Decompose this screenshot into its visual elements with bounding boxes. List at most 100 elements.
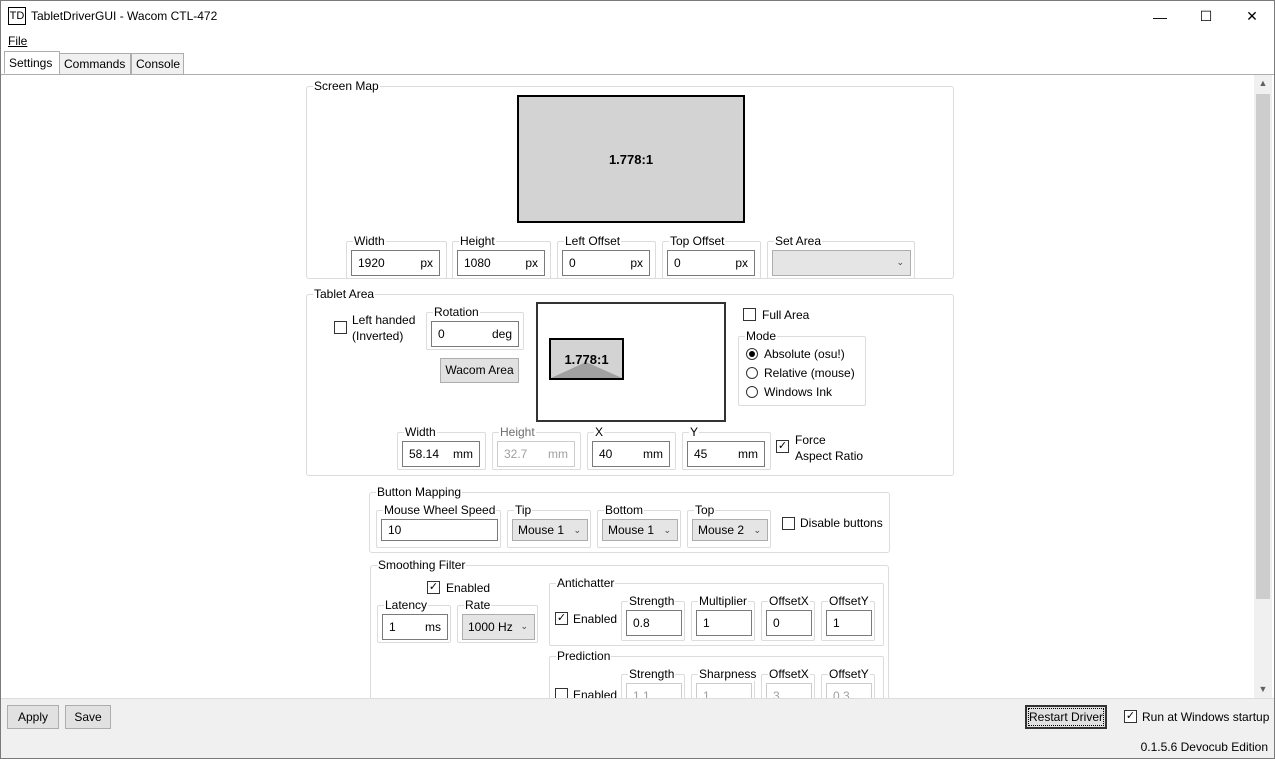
chevron-down-icon: ⌄ (753, 525, 761, 535)
left-offset-input[interactable]: 0 px (562, 250, 650, 276)
top-offset-unit: px (735, 256, 748, 270)
wacom-area-button[interactable]: Wacom Area (440, 358, 519, 383)
top-dropdown[interactable]: Mouse 2 ⌄ (692, 519, 768, 541)
mode-relative-radio[interactable] (746, 367, 758, 379)
bottom-label: Bottom (604, 503, 645, 517)
screen-width-input[interactable]: 1920 px (351, 250, 440, 276)
left-offset-value: 0 (569, 256, 576, 270)
tip-dropdown[interactable]: Mouse 1 ⌄ (512, 519, 588, 541)
screen-height-value: 1080 (464, 256, 491, 270)
rotation-unit: deg (491, 327, 512, 341)
screen-height-field: Height 1080 px (452, 234, 551, 279)
apply-button[interactable]: Apply (7, 705, 59, 729)
maximize-icon[interactable]: ☐ (1183, 1, 1229, 32)
save-button[interactable]: Save (65, 705, 111, 729)
antichatter-offsety-input[interactable]: 1 (826, 610, 872, 636)
screen-height-input[interactable]: 1080 px (457, 250, 545, 276)
scroll-down-icon[interactable]: ▼ (1254, 681, 1272, 698)
tablet-height-value: 32.7 (504, 447, 528, 461)
left-offset-field: Left Offset 0 px (557, 234, 656, 279)
aspect-ratio-label: Aspect Ratio (795, 449, 864, 463)
full-area-label: Full Area (762, 308, 810, 322)
disable-buttons-checkbox[interactable] (782, 517, 795, 530)
left-handed-label: Left handed (352, 313, 416, 327)
prediction-strength-input[interactable]: 1.1 (626, 683, 682, 698)
screen-width-value: 1920 (358, 256, 385, 270)
tablet-x-input[interactable]: 40 mm (592, 441, 670, 467)
bottom-dropdown[interactable]: Mouse 1 ⌄ (602, 519, 678, 541)
mode-group: Mode Absolute (osu!) Relative (mouse) Wi… (738, 329, 866, 406)
tablet-width-input[interactable]: 58.14 mm (402, 441, 480, 467)
mode-windows-ink-radio[interactable] (746, 386, 758, 398)
screen-height-unit: px (525, 256, 538, 270)
antichatter-strength-input[interactable]: 0.8 (626, 610, 682, 636)
button-mapping-title: Button Mapping (376, 485, 463, 499)
tablet-height-input[interactable]: 32.7 mm (497, 441, 575, 467)
screen-map-preview[interactable]: 1.778:1 (517, 95, 745, 223)
menu-file[interactable]: File (8, 34, 27, 48)
latency-label: Latency (384, 598, 429, 612)
scroll-thumb[interactable] (1256, 94, 1270, 599)
prediction-enabled-checkbox[interactable] (555, 688, 568, 698)
prediction-strength-label: Strength (628, 667, 676, 681)
full-area-checkbox[interactable] (743, 308, 756, 321)
prediction-sharpness-label: Sharpness (698, 667, 758, 681)
tab-settings[interactable]: Settings (4, 51, 60, 74)
run-at-startup-checkbox[interactable]: ✓ (1124, 710, 1137, 723)
version-label: 0.1.5.6 Devocub Edition (1140, 740, 1268, 754)
force-aspect-checkbox[interactable]: ✓ (776, 440, 789, 453)
antichatter-offsety-label: OffsetY (828, 594, 870, 608)
tab-commands[interactable]: Commands (59, 53, 131, 75)
tab-console[interactable]: Console (131, 53, 184, 75)
top-field: Top Mouse 2 ⌄ (687, 503, 771, 548)
inverted-label: (Inverted) (352, 329, 404, 343)
button-mapping-group: Button Mapping Mouse Wheel Speed 10 Tip … (369, 485, 890, 553)
tablet-y-input[interactable]: 45 mm (687, 441, 765, 467)
left-handed-checkbox[interactable] (334, 321, 347, 334)
tablet-area-rect[interactable]: 1.778:1 (549, 338, 624, 380)
wheel-speed-input[interactable]: 10 (381, 519, 498, 541)
minimize-icon[interactable]: — (1137, 1, 1183, 32)
top-offset-field: Top Offset 0 px (662, 234, 761, 279)
antichatter-multiplier-label: Multiplier (698, 594, 749, 608)
latency-input[interactable]: 1 ms (382, 614, 448, 640)
antichatter-multiplier-field: Multiplier 1 (691, 594, 755, 641)
restart-driver-button[interactable]: Restart Driver (1025, 705, 1107, 729)
mode-absolute-radio[interactable] (746, 348, 758, 360)
window-title: TabletDriverGUI - Wacom CTL-472 (31, 9, 218, 23)
tablet-height-unit: mm (548, 447, 568, 461)
prediction-sharpness-input[interactable]: 1 (696, 683, 752, 698)
screen-map-title: Screen Map (313, 79, 380, 93)
tablet-width-unit: mm (453, 447, 473, 461)
rate-dropdown[interactable]: 1000 Hz ⌄ (462, 614, 535, 640)
status-bar: 0.1.5.6 Devocub Edition (1, 734, 1274, 758)
mode-relative-label: Relative (mouse) (764, 366, 855, 380)
rate-field: Rate 1000 Hz ⌄ (457, 598, 538, 643)
tablet-y-label: Y (689, 425, 700, 439)
antichatter-offsetx-input[interactable]: 0 (766, 610, 812, 636)
rotation-value: 0 (438, 327, 445, 341)
tablet-width-value: 58.14 (409, 447, 440, 461)
prediction-offsetx-input[interactable]: 3 (766, 683, 812, 698)
wheel-speed-label: Mouse Wheel Speed (383, 503, 497, 517)
prediction-group: Prediction Enabled Strength 1.1 Sharpnes… (549, 649, 884, 698)
rotation-input[interactable]: 0 deg (431, 321, 519, 347)
rotation-label: Rotation (433, 305, 480, 319)
set-area-dropdown[interactable]: ⌄ (772, 250, 911, 276)
prediction-offsetx-field: OffsetX 3 (761, 667, 815, 698)
tablet-x-label: X (594, 425, 605, 439)
screen-width-unit: px (420, 256, 433, 270)
scroll-up-icon[interactable]: ▲ (1254, 75, 1272, 92)
menu-bar: File (1, 32, 1274, 51)
antichatter-enabled-checkbox[interactable]: ✓ (555, 612, 568, 625)
tablet-area-preview[interactable]: 1.778:1 (536, 302, 726, 422)
prediction-offsety-input[interactable]: 0.3 (826, 683, 872, 698)
antichatter-multiplier-input[interactable]: 1 (696, 610, 752, 636)
top-offset-input[interactable]: 0 px (667, 250, 755, 276)
close-icon[interactable]: ✕ (1229, 1, 1274, 32)
prediction-title: Prediction (556, 649, 612, 663)
tip-label: Tip (514, 503, 533, 517)
tablet-x-field: X 40 mm (587, 425, 676, 470)
set-area-label: Set Area (774, 234, 823, 248)
smoothing-enabled-checkbox[interactable]: ✓ (427, 581, 440, 594)
